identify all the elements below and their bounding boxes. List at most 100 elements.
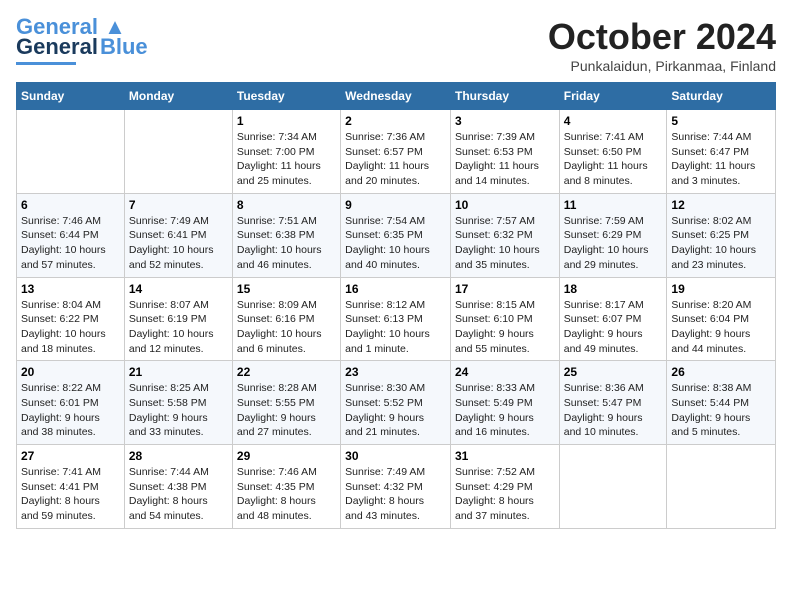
calendar-cell: 29 Sunrise: 7:46 AM Sunset: 4:35 PM Dayli… bbox=[232, 445, 340, 529]
day-info: Sunrise: 7:57 AM Sunset: 6:32 PM Dayligh… bbox=[455, 214, 555, 273]
calendar-cell: 18 Sunrise: 8:17 AM Sunset: 6:07 PM Dayli… bbox=[559, 277, 667, 361]
day-number: 31 bbox=[455, 449, 555, 463]
calendar-cell: 8 Sunrise: 7:51 AM Sunset: 6:38 PM Daylig… bbox=[232, 193, 340, 277]
calendar-cell: 10Sunrise: 7:57 AM Sunset: 6:32 PM Dayli… bbox=[450, 193, 559, 277]
logo-blue-word: Blue bbox=[100, 34, 148, 60]
day-number: 1 bbox=[237, 114, 336, 128]
month-title: October 2024 bbox=[548, 16, 776, 58]
day-info: Sunrise: 8:17 AM Sunset: 6:07 PM Dayligh… bbox=[564, 298, 663, 357]
calendar-cell: 19 Sunrise: 8:20 AM Sunset: 6:04 PM Dayli… bbox=[667, 277, 776, 361]
day-info: Sunrise: 7:49 AM Sunset: 4:32 PM Dayligh… bbox=[345, 465, 446, 524]
day-number: 12 bbox=[671, 198, 771, 212]
day-number: 11 bbox=[564, 198, 663, 212]
day-number: 2 bbox=[345, 114, 446, 128]
calendar-cell: 15Sunrise: 8:09 AM Sunset: 6:16 PM Dayli… bbox=[232, 277, 340, 361]
day-info: Sunrise: 7:46 AM Sunset: 6:44 PM Dayligh… bbox=[21, 214, 120, 273]
logo: General ▲ General Blue bbox=[16, 16, 148, 65]
calendar-cell: 9Sunrise: 7:54 AM Sunset: 6:35 PM Daylig… bbox=[341, 193, 451, 277]
day-info: Sunrise: 8:07 AM Sunset: 6:19 PM Dayligh… bbox=[129, 298, 228, 357]
location-subtitle: Punkalaidun, Pirkanmaa, Finland bbox=[548, 58, 776, 74]
day-number: 16 bbox=[345, 282, 446, 296]
weekday-header-thursday: Thursday bbox=[450, 83, 559, 110]
calendar-cell: 27Sunrise: 7:41 AM Sunset: 4:41 PM Dayli… bbox=[17, 445, 125, 529]
day-number: 29 bbox=[237, 449, 336, 463]
calendar-cell bbox=[559, 445, 667, 529]
weekday-header-wednesday: Wednesday bbox=[341, 83, 451, 110]
day-number: 19 bbox=[671, 282, 771, 296]
calendar-cell: 16 Sunrise: 8:12 AM Sunset: 6:13 PM Dayli… bbox=[341, 277, 451, 361]
calendar-cell: 31 Sunrise: 7:52 AM Sunset: 4:29 PM Dayli… bbox=[450, 445, 559, 529]
calendar-cell: 26Sunrise: 8:38 AM Sunset: 5:44 PM Dayli… bbox=[667, 361, 776, 445]
calendar-cell: 5 Sunrise: 7:44 AM Sunset: 6:47 PM Daylig… bbox=[667, 110, 776, 194]
weekday-header-row: SundayMondayTuesdayWednesdayThursdayFrid… bbox=[17, 83, 776, 110]
week-row-3: 13 Sunrise: 8:04 AM Sunset: 6:22 PM Dayli… bbox=[17, 277, 776, 361]
day-info: Sunrise: 8:22 AM Sunset: 6:01 PM Dayligh… bbox=[21, 381, 120, 440]
calendar-table: SundayMondayTuesdayWednesdayThursdayFrid… bbox=[16, 82, 776, 529]
day-info: Sunrise: 8:09 AM Sunset: 6:16 PM Dayligh… bbox=[237, 298, 336, 357]
calendar-cell: 25Sunrise: 8:36 AM Sunset: 5:47 PM Dayli… bbox=[559, 361, 667, 445]
day-info: Sunrise: 7:46 AM Sunset: 4:35 PM Dayligh… bbox=[237, 465, 336, 524]
day-info: Sunrise: 7:34 AM Sunset: 7:00 PM Dayligh… bbox=[237, 130, 336, 189]
day-number: 6 bbox=[21, 198, 120, 212]
day-info: Sunrise: 8:33 AM Sunset: 5:49 PM Dayligh… bbox=[455, 381, 555, 440]
calendar-cell: 4 Sunrise: 7:41 AM Sunset: 6:50 PM Daylig… bbox=[559, 110, 667, 194]
calendar-cell: 23Sunrise: 8:30 AM Sunset: 5:52 PM Dayli… bbox=[341, 361, 451, 445]
day-info: Sunrise: 7:51 AM Sunset: 6:38 PM Dayligh… bbox=[237, 214, 336, 273]
day-info: Sunrise: 7:59 AM Sunset: 6:29 PM Dayligh… bbox=[564, 214, 663, 273]
day-info: Sunrise: 8:02 AM Sunset: 6:25 PM Dayligh… bbox=[671, 214, 771, 273]
calendar-cell: 20Sunrise: 8:22 AM Sunset: 6:01 PM Dayli… bbox=[17, 361, 125, 445]
day-info: Sunrise: 7:41 AM Sunset: 6:50 PM Dayligh… bbox=[564, 130, 663, 189]
weekday-header-saturday: Saturday bbox=[667, 83, 776, 110]
week-row-1: 1 Sunrise: 7:34 AM Sunset: 7:00 PM Daylig… bbox=[17, 110, 776, 194]
title-block: October 2024 Punkalaidun, Pirkanmaa, Fin… bbox=[548, 16, 776, 74]
day-info: Sunrise: 8:25 AM Sunset: 5:58 PM Dayligh… bbox=[129, 381, 228, 440]
day-info: Sunrise: 7:49 AM Sunset: 6:41 PM Dayligh… bbox=[129, 214, 228, 273]
day-number: 8 bbox=[237, 198, 336, 212]
calendar-cell: 14 Sunrise: 8:07 AM Sunset: 6:19 PM Dayli… bbox=[124, 277, 232, 361]
day-info: Sunrise: 7:44 AM Sunset: 6:47 PM Dayligh… bbox=[671, 130, 771, 189]
day-number: 13 bbox=[21, 282, 120, 296]
day-number: 22 bbox=[237, 365, 336, 379]
calendar-cell: 13 Sunrise: 8:04 AM Sunset: 6:22 PM Dayli… bbox=[17, 277, 125, 361]
calendar-cell: 2 Sunrise: 7:36 AM Sunset: 6:57 PM Daylig… bbox=[341, 110, 451, 194]
calendar-cell: 1 Sunrise: 7:34 AM Sunset: 7:00 PM Daylig… bbox=[232, 110, 340, 194]
logo-general-word: General bbox=[16, 34, 98, 60]
calendar-cell: 7 Sunrise: 7:49 AM Sunset: 6:41 PM Daylig… bbox=[124, 193, 232, 277]
calendar-cell: 3Sunrise: 7:39 AM Sunset: 6:53 PM Daylig… bbox=[450, 110, 559, 194]
day-info: Sunrise: 7:36 AM Sunset: 6:57 PM Dayligh… bbox=[345, 130, 446, 189]
calendar-cell bbox=[667, 445, 776, 529]
calendar-cell: 12 Sunrise: 8:02 AM Sunset: 6:25 PM Dayli… bbox=[667, 193, 776, 277]
day-number: 14 bbox=[129, 282, 228, 296]
day-number: 7 bbox=[129, 198, 228, 212]
calendar-cell: 6 Sunrise: 7:46 AM Sunset: 6:44 PM Daylig… bbox=[17, 193, 125, 277]
day-info: Sunrise: 7:41 AM Sunset: 4:41 PM Dayligh… bbox=[21, 465, 120, 524]
calendar-cell: 17Sunrise: 8:15 AM Sunset: 6:10 PM Dayli… bbox=[450, 277, 559, 361]
day-number: 30 bbox=[345, 449, 446, 463]
day-number: 24 bbox=[455, 365, 555, 379]
page-header: General ▲ General Blue October 2024 Punk… bbox=[16, 16, 776, 74]
day-info: Sunrise: 8:04 AM Sunset: 6:22 PM Dayligh… bbox=[21, 298, 120, 357]
day-info: Sunrise: 8:28 AM Sunset: 5:55 PM Dayligh… bbox=[237, 381, 336, 440]
day-info: Sunrise: 7:52 AM Sunset: 4:29 PM Dayligh… bbox=[455, 465, 555, 524]
calendar-cell bbox=[124, 110, 232, 194]
weekday-header-friday: Friday bbox=[559, 83, 667, 110]
calendar-cell: 24 Sunrise: 8:33 AM Sunset: 5:49 PM Dayli… bbox=[450, 361, 559, 445]
day-number: 4 bbox=[564, 114, 663, 128]
day-info: Sunrise: 8:12 AM Sunset: 6:13 PM Dayligh… bbox=[345, 298, 446, 357]
day-number: 18 bbox=[564, 282, 663, 296]
week-row-5: 27Sunrise: 7:41 AM Sunset: 4:41 PM Dayli… bbox=[17, 445, 776, 529]
day-info: Sunrise: 8:30 AM Sunset: 5:52 PM Dayligh… bbox=[345, 381, 446, 440]
calendar-cell: 30 Sunrise: 7:49 AM Sunset: 4:32 PM Dayli… bbox=[341, 445, 451, 529]
calendar-cell bbox=[17, 110, 125, 194]
day-number: 28 bbox=[129, 449, 228, 463]
weekday-header-tuesday: Tuesday bbox=[232, 83, 340, 110]
week-row-4: 20Sunrise: 8:22 AM Sunset: 6:01 PM Dayli… bbox=[17, 361, 776, 445]
calendar-cell: 11 Sunrise: 7:59 AM Sunset: 6:29 PM Dayli… bbox=[559, 193, 667, 277]
day-number: 5 bbox=[671, 114, 771, 128]
day-number: 26 bbox=[671, 365, 771, 379]
weekday-header-sunday: Sunday bbox=[17, 83, 125, 110]
week-row-2: 6 Sunrise: 7:46 AM Sunset: 6:44 PM Daylig… bbox=[17, 193, 776, 277]
day-number: 17 bbox=[455, 282, 555, 296]
calendar-cell: 28Sunrise: 7:44 AM Sunset: 4:38 PM Dayli… bbox=[124, 445, 232, 529]
day-info: Sunrise: 8:20 AM Sunset: 6:04 PM Dayligh… bbox=[671, 298, 771, 357]
